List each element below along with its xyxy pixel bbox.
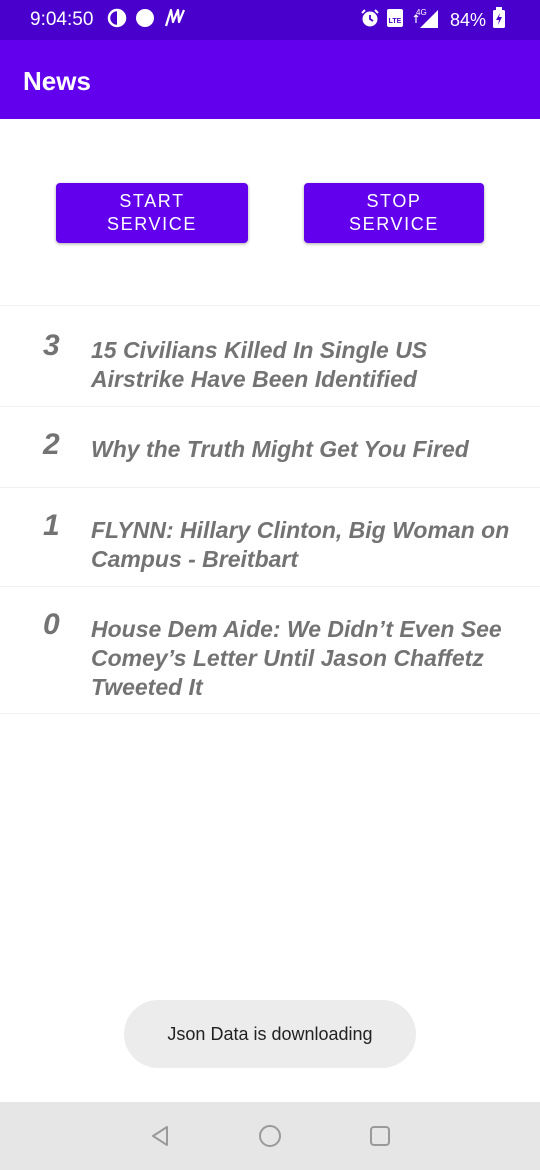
status-right-icons: LTE 4G 84% [360,6,506,34]
news-title: Why the Truth Might Get You Fired [91,436,469,462]
stop-service-button[interactable]: STOP SERVICE [304,183,484,243]
list-divider [0,305,540,306]
news-item[interactable]: 0 House Dem Aide: We Didn’t Even See Com… [0,609,540,709]
data-saver-icon [107,8,127,33]
app-bar: News [0,40,540,119]
network-text: 4G [416,8,427,17]
news-number: 0 [43,608,60,641]
navigation-bar [0,1102,540,1170]
list-divider [0,713,540,714]
news-title: 15 Civilians Killed In Single US Airstri… [91,337,428,392]
app-title: News [23,66,91,96]
news-item[interactable]: 2 Why the Truth Might Get You Fired [0,429,540,487]
m-icon [163,6,187,35]
list-divider [0,406,540,407]
list-divider [0,586,540,587]
volte-icon: LTE [386,8,404,33]
battery-percent: 84% [449,9,486,30]
volte-text: LTE [389,18,402,25]
news-number: 2 [43,428,60,461]
back-icon[interactable] [146,1122,174,1150]
status-left-icons [107,8,187,33]
news-title: House Dem Aide: We Didn’t Even See Comey… [91,616,502,700]
toast-message: Json Data is downloading [124,1000,416,1068]
news-item[interactable]: 3 15 Civilians Killed In Single US Airst… [0,330,540,406]
toast-text: Json Data is downloading [167,1023,373,1044]
start-service-button[interactable]: START SERVICE [56,183,248,243]
alarm-icon [360,8,380,33]
news-item[interactable]: 1 FLYNN: Hillary Clinton, Big Woman on C… [0,510,540,586]
news-title: FLYNN: Hillary Clinton, Big Woman on Cam… [91,517,510,572]
status-bar: 9:04:50 LTE 4G 84% [0,0,540,40]
home-icon[interactable] [256,1122,284,1150]
battery-charging-icon [492,6,506,34]
news-number: 3 [43,329,60,362]
news-number: 1 [43,509,60,542]
list-divider [0,487,540,488]
dot-icon [135,8,155,33]
4g-signal-icon: 4G [410,7,440,34]
status-time: 9:04:50 [30,9,94,30]
recents-icon[interactable] [366,1122,394,1150]
